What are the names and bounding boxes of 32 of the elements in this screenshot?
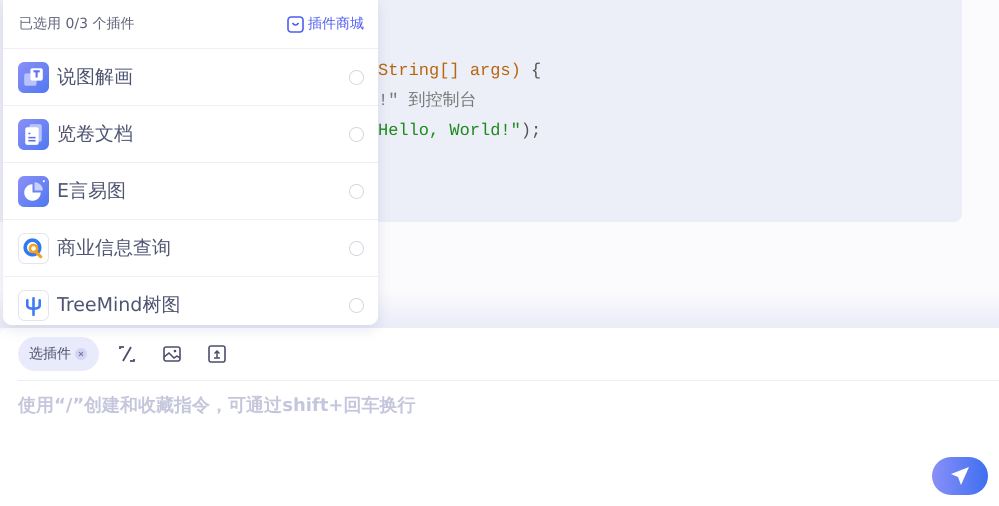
plugin-name: E言易图 [57,179,128,204]
plugin-item[interactable]: 览卷文档 [3,106,378,163]
plugin-name: 说图解画 [57,65,134,90]
plugin-item[interactable]: 说图解画 [3,49,378,106]
code-line: Hello, World!"); [378,121,542,143]
image-icon[interactable] [162,344,182,364]
upload-icon[interactable] [207,344,227,364]
plugin-name: TreeMind树图 [57,293,182,318]
bag-icon [287,16,304,32]
document-icon [18,118,49,150]
radio-button[interactable] [349,70,364,84]
pie-chart-icon [18,176,49,206]
selection-count: 已选用 0/3 个插件 [19,15,134,33]
tree-icon [18,290,49,320]
code-line: !" 到控制台 [378,90,478,113]
plugin-store-link[interactable]: 插件商城 [287,15,364,33]
code-line: String[] args) { [378,61,542,83]
magnifier-icon [18,232,49,264]
image-text-icon [18,62,49,92]
plugin-item[interactable]: 商业信息查询 [3,220,378,277]
plugin-name: 览卷文档 [57,122,134,147]
radio-button[interactable] [349,298,364,312]
radio-button[interactable] [349,126,364,142]
radio-button[interactable] [349,240,364,256]
slash-command-icon[interactable] [117,344,137,364]
plugin-item[interactable]: E言易图 [3,163,378,220]
radio-button[interactable] [349,184,364,198]
plugin-name: 商业信息查询 [57,236,172,261]
plugin-chip[interactable]: 选插件 [18,337,99,371]
close-icon [75,348,87,360]
send-icon [949,465,971,487]
send-button[interactable] [932,457,988,495]
